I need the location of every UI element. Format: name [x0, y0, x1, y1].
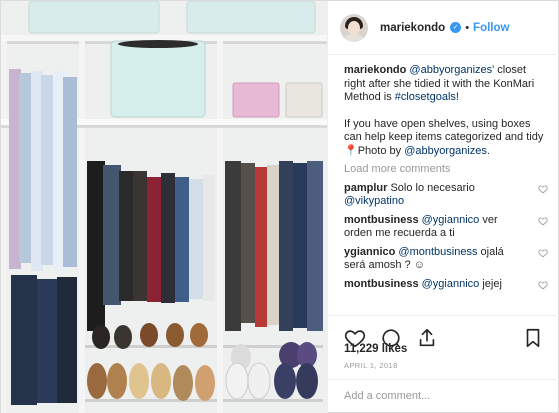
caption-username[interactable]: mariekondo [344, 64, 406, 76]
instagram-post: mariekondo ✓ • Follow mariekondo @abbyor… [0, 0, 559, 413]
comments-section: mariekondo @abbyorganizes' closet right … [328, 56, 559, 311]
avatar[interactable] [340, 13, 368, 42]
separator-dot: • [465, 21, 470, 34]
smile-emoji-icon: ☺ [413, 259, 425, 271]
comment-username[interactable]: montbusiness [344, 278, 419, 290]
comment-text: Solo lo necesario [390, 181, 475, 194]
comment-mention[interactable]: @vikypatino [344, 195, 404, 207]
post-photo[interactable] [1, 1, 327, 413]
comment-like-heart-icon[interactable] [538, 184, 548, 194]
share-icon[interactable] [416, 327, 438, 349]
post-side-panel: mariekondo ✓ • Follow mariekondo @abbyor… [327, 1, 559, 413]
follow-button[interactable]: Follow [473, 22, 509, 34]
comment-row: montbusiness @ygiannico jejej [344, 278, 548, 292]
comment-mention[interactable]: @ygiannico [422, 278, 480, 290]
comment-row: montbusiness @ygiannico ver orden me rec… [344, 214, 548, 241]
closet-photo-illustration [1, 1, 327, 413]
comment-like-heart-icon[interactable] [538, 248, 548, 258]
caption-photo-credit[interactable]: @abbyorganizes [404, 145, 487, 157]
caption-text-3: If you have open shelves, using boxes ca… [344, 117, 544, 144]
comment-like-heart-icon[interactable] [538, 216, 548, 226]
caption-hashtag[interactable]: #closetgoals [395, 91, 456, 103]
caption-mention[interactable]: @abbyorganizes [409, 64, 492, 76]
load-more-comments-button[interactable]: Load more comments [344, 163, 548, 177]
caption-text-4: Photo by [357, 144, 405, 157]
comment-row: ygiannico @montbusiness ojalá será amosh… [344, 246, 548, 273]
bookmark-icon[interactable] [522, 327, 544, 349]
caption-text-2: ! [455, 91, 459, 103]
add-comment-input[interactable]: Add a comment... [328, 379, 559, 413]
comment-like-heart-icon[interactable] [538, 280, 548, 290]
post-caption: mariekondo @abbyorganizes' closet right … [344, 64, 548, 158]
caption-text-5: . [486, 144, 490, 157]
comment-row: pamplur Solo lo necesario @vikypatino [344, 182, 548, 209]
post-header: mariekondo ✓ • Follow [328, 1, 559, 55]
comment-username[interactable]: pamplur [344, 182, 387, 194]
likes-count[interactable]: 11,229 likes [344, 343, 407, 355]
post-date: APRIL 1, 2018 [344, 361, 398, 370]
pin-icon: 📍 [344, 144, 358, 157]
verified-check-icon: ✓ [450, 22, 462, 33]
comment-username[interactable]: ygiannico [344, 246, 395, 258]
comment-mention[interactable]: @montbusiness [398, 246, 477, 258]
comment-mention[interactable]: @ygiannico [422, 214, 480, 226]
username-link[interactable]: mariekondo [380, 22, 445, 34]
comment-text: jejej [479, 277, 502, 290]
comment-username[interactable]: montbusiness [344, 214, 419, 226]
